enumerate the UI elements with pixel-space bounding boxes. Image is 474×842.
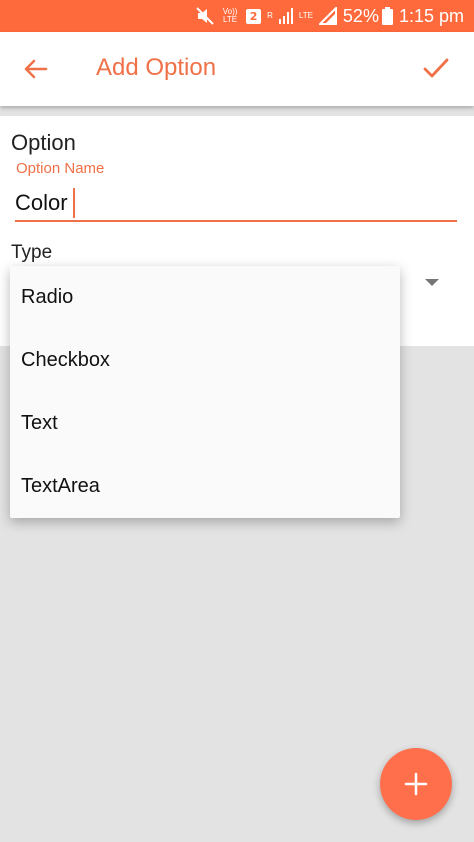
volte-indicator: Vo)) LTE (222, 7, 238, 24)
option-name-label: Option Name (16, 160, 105, 177)
dropdown-arrow-icon[interactable] (425, 279, 439, 286)
page-title: Add Option (96, 54, 217, 81)
status-bar: Vo)) LTE 2 R LTE 52% 1:15 pm (0, 0, 474, 32)
confirm-button[interactable] (420, 52, 452, 84)
plus-icon (404, 772, 428, 796)
clock: 1:15 pm (398, 5, 464, 26)
roaming-indicator: R (267, 11, 273, 20)
check-icon (423, 58, 449, 78)
mute-icon (196, 7, 214, 25)
arrow-left-icon (24, 59, 48, 79)
menu-item-checkbox[interactable]: Checkbox (10, 329, 400, 392)
back-button[interactable] (20, 53, 52, 85)
option-name-input[interactable] (15, 186, 457, 222)
battery-percent: 52% (342, 5, 379, 26)
menu-item-text[interactable]: Text (10, 392, 400, 455)
type-label: Type (11, 242, 53, 263)
type-dropdown-menu: Radio Checkbox Text TextArea (10, 266, 400, 518)
signal-icon (278, 8, 293, 24)
network-type: LTE (298, 11, 313, 20)
signal-icon-2 (318, 7, 337, 25)
battery-icon (381, 7, 393, 25)
add-fab-button[interactable] (380, 748, 452, 820)
app-bar: Add Option (0, 32, 474, 106)
text-caret (73, 188, 75, 218)
menu-item-radio[interactable]: Radio (10, 266, 400, 329)
sim-slot-badge: 2 (246, 8, 262, 24)
menu-item-textarea[interactable]: TextArea (10, 455, 400, 518)
section-title: Option (11, 130, 76, 155)
